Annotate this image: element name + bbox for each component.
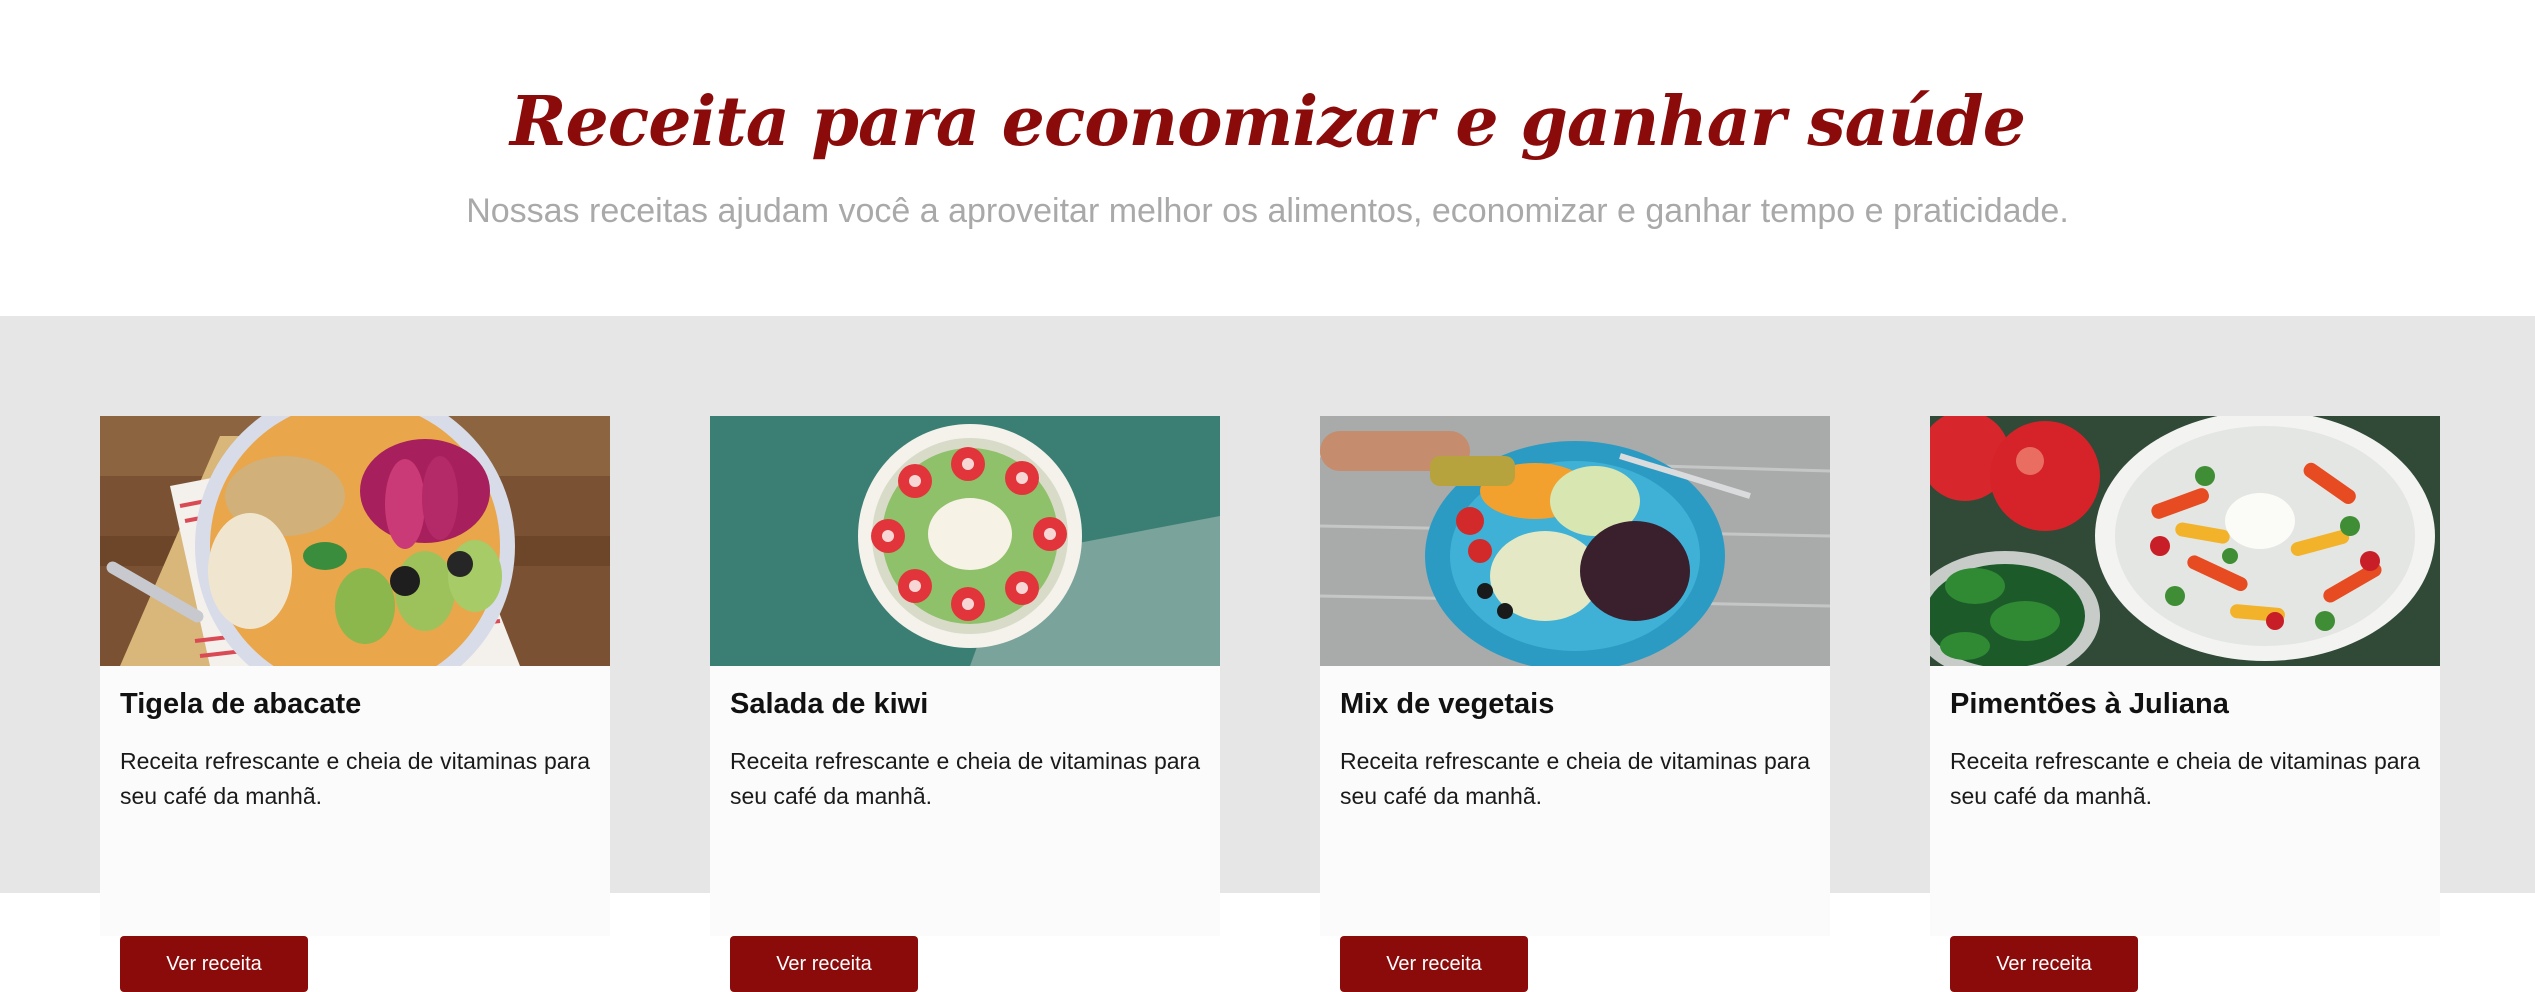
recipe-title: Mix de vegetais [1340,688,1555,720]
recipe-description: Receita refrescante e cheia de vitaminas… [1950,748,2420,809]
view-recipe-button[interactable]: Ver receita [120,936,308,992]
view-recipe-button[interactable]: Ver receita [1950,936,2138,992]
recipe-title: Tigela de abacate [120,688,362,720]
recipe-description: Receita refrescante e cheia de vitaminas… [120,748,590,809]
recipe-card-avocado-bowl: Tigela de abacate Receita refrescante e … [100,416,610,992]
recipe-title: Pimentões à Juliana [1950,688,2229,720]
recipe-image-avocado-bowl [100,416,610,666]
recipe-card-julienne-peppers: Pimentões à Juliana Receita refrescante … [1930,416,2440,992]
recipe-card-kiwi-salad: Salada de kiwi Receita refrescante e che… [710,416,1220,992]
recipe-description: Receita refrescante e cheia de vitaminas… [730,748,1200,809]
recipes-section: Tigela de abacate Receita refrescante e … [0,316,2535,992]
recipe-title: Salada de kiwi [730,688,929,720]
recipe-image-julienne-peppers [1930,416,2440,666]
recipe-image-vegetable-mix [1320,416,1830,666]
view-recipe-button[interactable]: Ver receita [730,936,918,992]
view-recipe-button[interactable]: Ver receita [1340,936,1528,992]
page-title: Receita para economizar e ganhar saúde [510,82,2026,162]
recipe-card-vegetable-mix: Mix de vegetais Receita refrescante e ch… [1320,416,1830,992]
recipe-description: Receita refrescante e cheia de vitaminas… [1340,748,1810,809]
hero-section: Receita para economizar e ganhar saúde N… [0,0,2535,316]
recipe-image-kiwi-salad [710,416,1220,666]
page-subtitle: Nossas receitas ajudam você a aproveitar… [466,192,2069,230]
